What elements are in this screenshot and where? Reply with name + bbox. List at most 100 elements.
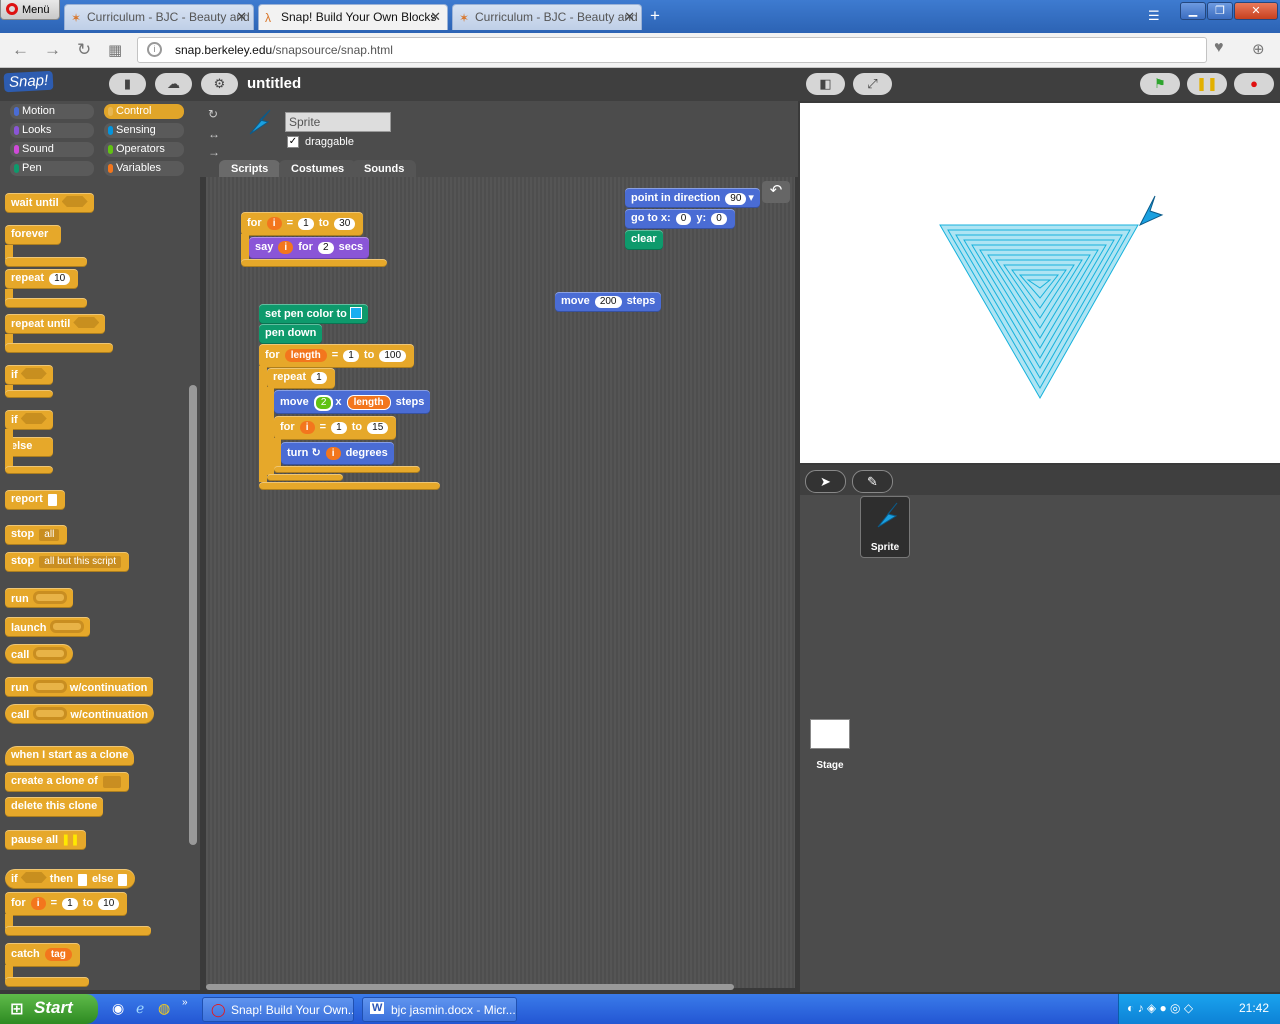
tab-scripts[interactable]: Scripts xyxy=(219,160,281,178)
presentation-mode-button[interactable]: ⤢ xyxy=(853,73,892,95)
url-input[interactable]: i snap.berkeley.edu/snapsource/snap.html xyxy=(137,37,1207,63)
taskbar-item-opera[interactable]: ◯ Snap! Build Your Own... xyxy=(202,997,354,1022)
for-loop-block[interactable]: for i = 1 to 10 xyxy=(5,892,128,916)
category-variables[interactable]: Variables xyxy=(104,161,184,176)
minimize-icon[interactable]: ▁ xyxy=(1180,2,1206,20)
rotation-leftright-icon[interactable]: ↔ xyxy=(208,127,220,141)
category-sound[interactable]: Sound xyxy=(10,142,94,157)
block-palette: wait until forever repeat 10 repeat unti… xyxy=(0,181,200,990)
settings-menu-button[interactable]: ⚙ xyxy=(201,73,238,95)
repeat-block[interactable]: repeat 1 xyxy=(267,368,335,389)
add-turtle-sprite-button[interactable]: ➤ xyxy=(805,470,846,493)
rotation-none-icon[interactable]: → xyxy=(208,145,220,159)
category-label: Pen xyxy=(22,162,42,174)
stop-all-block[interactable]: stop all xyxy=(5,525,68,545)
sprite-icon-tile[interactable]: Sprite xyxy=(860,496,910,558)
close-tab-icon[interactable]: ✕ xyxy=(236,9,247,25)
call-block[interactable]: call xyxy=(5,644,74,664)
turn-degrees-block[interactable]: turn ↻ i degrees xyxy=(281,442,394,465)
category-looks[interactable]: Looks xyxy=(10,123,94,138)
stage-thumbnail[interactable] xyxy=(810,719,850,749)
set-pen-color-block[interactable]: set pen color to xyxy=(259,304,368,324)
quicklaunch-more-icon[interactable]: » xyxy=(182,997,188,1008)
wait-until-block[interactable]: wait until xyxy=(5,193,94,213)
tab-curriculum-2[interactable]: ✶ Curriculum - BJC - Beauty and Joy of Co… xyxy=(452,4,642,30)
stage-size-toggle[interactable]: ◧ xyxy=(806,73,845,95)
internet-explorer-icon[interactable]: ℯ xyxy=(136,1000,144,1017)
pause-icon: ❚❚ xyxy=(1196,76,1218,91)
run-continuation-block[interactable]: run w/continuation xyxy=(5,677,154,697)
rotation-any-icon[interactable]: ↻ xyxy=(208,107,218,121)
stage[interactable] xyxy=(800,103,1280,463)
for-loop-block[interactable]: for i = 1 to 15 xyxy=(274,416,397,440)
if-then-else-reporter[interactable]: if then else xyxy=(5,869,136,889)
category-pen[interactable]: Pen xyxy=(10,161,94,176)
go-to-xy-block[interactable]: go to x: 0 y: 0 xyxy=(625,209,735,229)
reload-icon[interactable]: ↻ xyxy=(77,40,91,60)
start-button[interactable]: ⊞ Start xyxy=(0,994,98,1024)
pause-all-block[interactable]: pause all ❚❚ xyxy=(5,830,86,850)
if-else-block[interactable]: if xyxy=(5,410,53,430)
taskbar-item-word[interactable]: Wbjc jasmin.docx - Micr... xyxy=(362,997,517,1022)
report-block[interactable]: report xyxy=(5,490,65,510)
catch-block[interactable]: catch tag xyxy=(5,943,80,967)
forward-icon[interactable]: → xyxy=(44,40,61,60)
category-operators[interactable]: Operators xyxy=(104,142,184,157)
for-loop-block[interactable]: for length = 1 to 100 xyxy=(259,344,415,368)
clear-block[interactable]: clear xyxy=(625,230,663,250)
category-sensing[interactable]: Sensing xyxy=(104,123,184,138)
delete-clone-block[interactable]: delete this clone xyxy=(5,797,104,817)
new-tab-button[interactable]: + xyxy=(650,6,660,26)
say-for-secs-block[interactable]: say i for 2 secs xyxy=(249,237,370,259)
tab-costumes[interactable]: Costumes xyxy=(279,160,357,178)
bookmark-heart-icon[interactable]: ♥ xyxy=(1214,39,1224,57)
repeat-block[interactable]: repeat 10 xyxy=(5,269,79,289)
pen-down-block[interactable]: pen down xyxy=(259,324,323,344)
close-tab-icon[interactable]: ✕ xyxy=(430,9,441,25)
green-flag-button[interactable]: ⚑ xyxy=(1140,73,1180,95)
palette-scrollbar[interactable] xyxy=(189,385,197,845)
snap-logo[interactable]: Snap! xyxy=(3,70,54,93)
tab-sounds[interactable]: Sounds xyxy=(352,160,417,178)
sprite-name-input[interactable]: Sprite xyxy=(285,112,391,132)
undo-icon[interactable]: ↶ xyxy=(762,181,790,203)
tray-icons[interactable]: ◐ ♪ ◈ ● ◎ ◇ xyxy=(1127,1001,1193,1015)
cloud-menu-button[interactable]: ☁ xyxy=(155,73,192,95)
tab-curriculum-1[interactable]: ✶ Curriculum - BJC - Beauty and Joy of Co… xyxy=(64,4,254,30)
point-in-direction-block[interactable]: point in direction 90 ▾ xyxy=(625,188,760,208)
maximize-icon[interactable]: ❐ xyxy=(1207,2,1233,20)
call-continuation-block[interactable]: call w/continuation xyxy=(5,704,155,724)
download-icon[interactable]: ⊕ xyxy=(1252,40,1265,58)
back-icon[interactable]: ← xyxy=(12,40,29,60)
create-clone-block[interactable]: create a clone of xyxy=(5,772,129,792)
close-window-icon[interactable]: ✕ xyxy=(1234,2,1278,20)
chrome-icon[interactable]: ◍ xyxy=(158,1000,170,1017)
browser-menu-button[interactable]: Menü xyxy=(0,0,60,20)
close-tab-icon[interactable]: ✕ xyxy=(624,9,635,25)
paint-new-sprite-button[interactable]: ✎ xyxy=(852,470,893,493)
if-block[interactable]: if xyxy=(5,365,53,385)
scripts-area[interactable] xyxy=(206,177,795,988)
pen-color-swatch[interactable] xyxy=(349,307,362,319)
when-start-clone-block[interactable]: when I start as a clone xyxy=(5,746,135,766)
for-loop-block[interactable]: for i = 1 to 30 xyxy=(241,212,364,236)
scripts-scrollbar[interactable] xyxy=(206,984,734,990)
stop-others-block[interactable]: stop all but this script xyxy=(5,552,129,572)
category-motion[interactable]: Motion xyxy=(10,104,94,119)
run-block[interactable]: run xyxy=(5,588,73,608)
pause-button[interactable]: ❚❚ xyxy=(1187,73,1227,95)
draggable-checkbox[interactable]: ✓ xyxy=(287,136,299,148)
stop-button[interactable]: ● xyxy=(1234,73,1274,95)
speed-dial-icon[interactable]: ▦ xyxy=(108,41,122,59)
category-control[interactable]: Control xyxy=(104,104,184,119)
move-steps-block[interactable]: move 200 steps xyxy=(555,292,662,312)
tab-snap[interactable]: λ Snap! Build Your Own Blocks ✕ xyxy=(258,4,448,30)
launch-block[interactable]: launch xyxy=(5,617,91,637)
move-steps-block[interactable]: move 2x length steps xyxy=(274,390,431,414)
show-desktop-icon[interactable]: ◉ xyxy=(112,1000,124,1017)
site-info-icon[interactable]: i xyxy=(147,42,162,57)
forever-block[interactable]: forever xyxy=(5,225,61,245)
file-menu-button[interactable]: ▮ xyxy=(109,73,146,95)
repeat-until-block[interactable]: repeat until xyxy=(5,314,106,334)
tab-menu-icon[interactable]: ☰ xyxy=(1148,8,1160,24)
